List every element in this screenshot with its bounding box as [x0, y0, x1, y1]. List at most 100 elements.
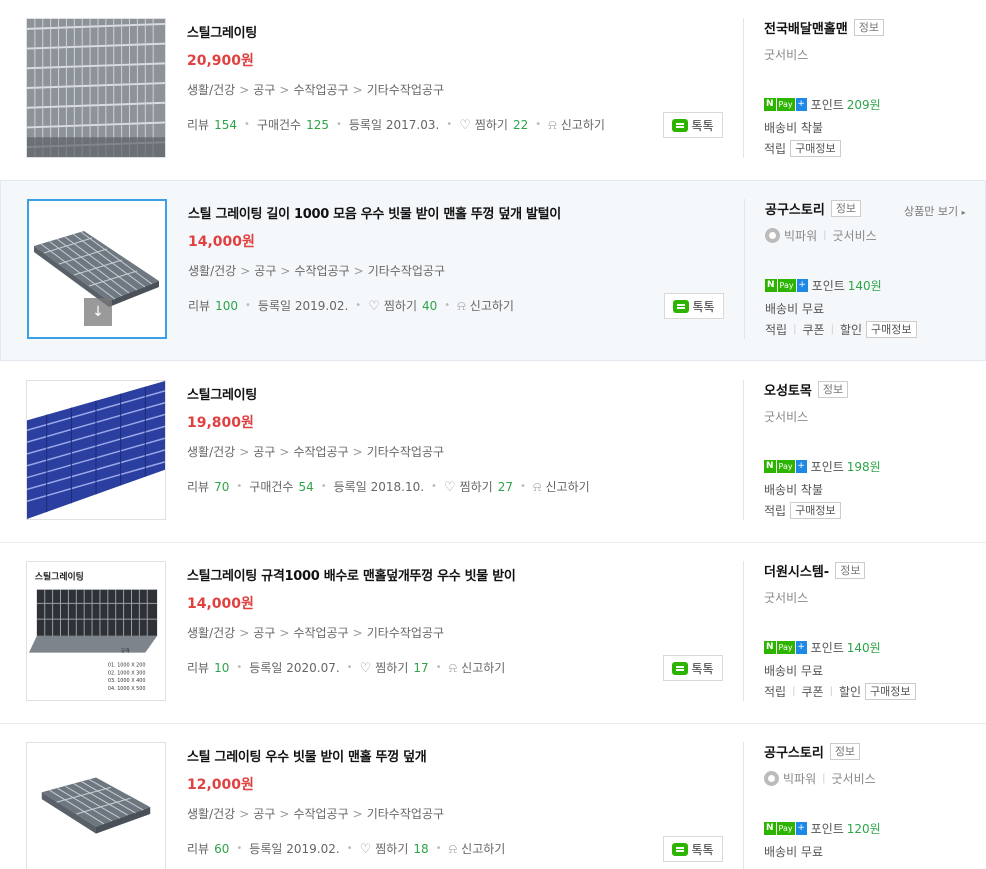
- seller-badges: 굿서비스: [764, 589, 808, 606]
- category-link[interactable]: 공구: [254, 264, 276, 278]
- product-title[interactable]: 스틸 그레이팅 우수 빗물 받이 맨홀 뚜껑 덮개: [187, 746, 427, 765]
- purchase-count: 54: [298, 480, 314, 494]
- npay-points: N Pay + 포인트 120원: [764, 822, 881, 836]
- category-link[interactable]: 수작업공구: [293, 626, 348, 640]
- product-title[interactable]: 스틸그레이팅: [187, 384, 257, 403]
- product-thumbnail[interactable]: [26, 18, 166, 158]
- separator-dot: •: [236, 843, 243, 854]
- product-title[interactable]: 스틸그레이팅 규격1000 배수로 맨홀덮개뚜껑 우수 빗물 받이: [187, 565, 516, 584]
- product-title[interactable]: 스틸그레이팅: [187, 22, 257, 41]
- report-button[interactable]: ⍾ 신고하기: [449, 659, 506, 676]
- good-service-badge: 굿서비스: [831, 772, 876, 786]
- bell-icon: ⍾: [457, 299, 466, 314]
- wish-button[interactable]: ♡ 찜하기 27: [444, 478, 513, 495]
- category-link[interactable]: 생활/건강: [187, 807, 235, 821]
- report-button[interactable]: ⍾ 신고하기: [449, 840, 506, 857]
- benefit-tags: 적립 구매정보: [764, 502, 841, 519]
- seller-link[interactable]: 공구스토리: [764, 742, 824, 761]
- category-link[interactable]: 기타수작업공구: [367, 626, 444, 640]
- review-link[interactable]: 리뷰 70: [187, 478, 229, 495]
- bell-icon: ⍾: [548, 118, 557, 133]
- heart-icon: ♡: [359, 842, 372, 857]
- category-link[interactable]: 기타수작업공구: [367, 807, 444, 821]
- divider: [743, 561, 744, 701]
- talktalk-button[interactable]: 톡톡: [663, 836, 723, 862]
- seller-badges: 빅파워 | 굿서비스: [764, 770, 876, 787]
- purchase-info-button[interactable]: 구매정보: [790, 140, 841, 157]
- product-stats: 리뷰 70 • 구매건수 54 • 등록일 2018.10. • ♡ 찜하기 27 • …: [187, 478, 590, 495]
- category-breadcrumb: 생활/건강 > 공구 > 수작업공구 > 기타수작업공구: [187, 626, 444, 640]
- wish-button[interactable]: ♡ 찜하기 18: [360, 840, 429, 857]
- review-count: 100: [215, 299, 238, 313]
- category-link[interactable]: 수작업공구: [293, 445, 348, 459]
- separator-dot: •: [320, 481, 327, 492]
- category-link[interactable]: 생활/건강: [187, 83, 235, 97]
- chevron-right-icon: ▸: [961, 208, 966, 217]
- seller-link[interactable]: 공구스토리: [765, 199, 825, 218]
- purchase-info-button[interactable]: 구매정보: [866, 321, 917, 338]
- category-link[interactable]: 생활/건강: [187, 445, 235, 459]
- category-link[interactable]: 기타수작업공구: [367, 83, 444, 97]
- seller-link[interactable]: 전국배달맨홀맨: [764, 18, 848, 37]
- wish-button[interactable]: ♡ 찜하기 17: [360, 659, 429, 676]
- review-link[interactable]: 리뷰 154: [187, 116, 237, 133]
- npay-points: N Pay + 포인트 198원: [764, 460, 881, 474]
- product-price: 20,900원: [187, 53, 254, 69]
- product-title[interactable]: 스틸 그레이팅 길이 1000 모음 우수 빗물 받이 맨홀 뚜껑 덮개 발털이: [188, 203, 561, 222]
- seller-info-button[interactable]: 정보: [835, 562, 866, 579]
- wish-count: 17: [413, 661, 429, 675]
- category-link[interactable]: 수작업공구: [293, 83, 348, 97]
- divider: [743, 742, 744, 869]
- seller-link[interactable]: 더원시스템-: [764, 561, 829, 580]
- seller-badges: 굿서비스: [764, 46, 808, 63]
- talktalk-button[interactable]: 톡톡: [663, 112, 723, 138]
- category-link[interactable]: 생활/건강: [188, 264, 236, 278]
- separator-dot: •: [335, 119, 342, 130]
- good-service-badge: 굿서비스: [832, 229, 877, 243]
- purchase-count-group: 구매건수 54: [249, 480, 314, 494]
- category-link[interactable]: 공구: [253, 83, 275, 97]
- category-link[interactable]: 생활/건강: [187, 626, 235, 640]
- product-thumbnail[interactable]: [26, 742, 166, 869]
- product-item-highlighted: ↓ 스틸 그레이팅 길이 1000 모음 우수 빗물 받이 맨홀 뚜껑 덮개 발…: [0, 180, 986, 361]
- more-products-link[interactable]: 상품만 보기 ▸: [904, 203, 966, 219]
- category-link[interactable]: 기타수작업공구: [367, 445, 444, 459]
- review-link[interactable]: 리뷰 60: [187, 840, 229, 857]
- thumb-spec: 01. 1000 X 200: [108, 662, 146, 668]
- category-link[interactable]: 수작업공구: [294, 264, 349, 278]
- separator-dot: •: [431, 481, 437, 492]
- seller-link[interactable]: 오성토목: [764, 380, 812, 399]
- category-breadcrumb: 생활/건강 > 공구 > 수작업공구 > 기타수작업공구: [188, 264, 445, 278]
- category-link[interactable]: 수작업공구: [293, 807, 348, 821]
- report-button[interactable]: ⍾ 신고하기: [533, 478, 590, 495]
- wish-button[interactable]: ♡ 찜하기 40: [368, 297, 437, 314]
- report-button[interactable]: ⍾ 신고하기: [457, 297, 514, 314]
- wish-button[interactable]: ♡ 찜하기 22: [459, 116, 528, 133]
- talktalk-button[interactable]: 톡톡: [663, 655, 723, 681]
- medal-icon: [765, 228, 780, 243]
- category-link[interactable]: 공구: [253, 807, 275, 821]
- thumb-spec: 02. 1000 X 300: [108, 670, 146, 676]
- product-thumbnail[interactable]: ↓: [27, 199, 167, 339]
- seller-info-button[interactable]: 정보: [817, 381, 849, 398]
- category-link[interactable]: 기타수작업공구: [368, 264, 445, 278]
- download-icon[interactable]: ↓: [84, 298, 112, 326]
- category-link[interactable]: 공구: [253, 626, 275, 640]
- purchase-info-button[interactable]: 구매정보: [790, 502, 841, 519]
- product-thumbnail[interactable]: [26, 380, 166, 520]
- chat-icon: [672, 842, 689, 856]
- purchase-info-button[interactable]: 구매정보: [865, 683, 916, 700]
- product-thumbnail[interactable]: 스틸그레이팅 규격 01. 1000 X 200 02. 1000 X 300 …: [26, 561, 166, 701]
- report-button[interactable]: ⍾ 신고하기: [548, 116, 605, 133]
- good-service-badge: 굿서비스: [764, 591, 809, 605]
- review-count: 60: [214, 842, 230, 856]
- category-link[interactable]: 공구: [253, 445, 275, 459]
- seller-info-button[interactable]: 정보: [829, 743, 861, 760]
- review-link[interactable]: 리뷰 10: [187, 659, 229, 676]
- seller-info-button[interactable]: 정보: [853, 19, 884, 36]
- separator-dot: •: [236, 481, 243, 492]
- talktalk-button[interactable]: 톡톡: [664, 293, 724, 319]
- seller-info-button[interactable]: 정보: [830, 200, 862, 217]
- wish-count: 18: [413, 842, 429, 856]
- review-link[interactable]: 리뷰 100: [188, 297, 238, 314]
